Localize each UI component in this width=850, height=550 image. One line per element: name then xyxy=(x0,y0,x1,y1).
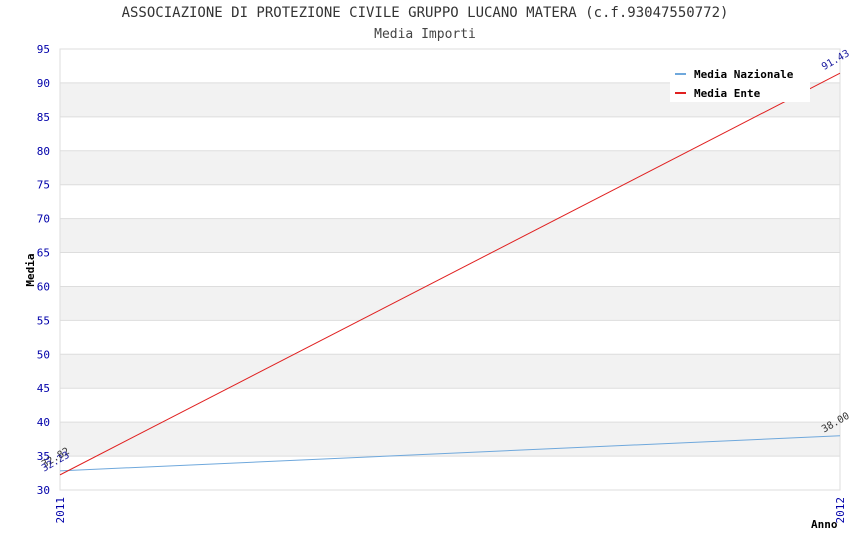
y-tick-label: 85 xyxy=(37,111,50,124)
y-tick-label: 55 xyxy=(37,314,50,327)
line-chart: 3035404550556065707580859095 2011 2012 32… xyxy=(24,43,850,531)
grid-band xyxy=(60,150,840,185)
series-line xyxy=(59,72,841,476)
legend: Media Nazionale Media Ente xyxy=(670,61,810,102)
grid-band xyxy=(60,286,840,321)
y-tick-label: 45 xyxy=(37,382,50,395)
legend-label: Media Nazionale xyxy=(694,68,794,81)
grid-band xyxy=(60,218,840,253)
x-axis-title: Anno xyxy=(811,518,838,531)
y-axis-title: Media xyxy=(24,253,37,286)
x-axis-ticks: 2011 2012 xyxy=(54,497,847,524)
grid-band xyxy=(60,354,840,389)
y-tick-label: 95 xyxy=(37,43,50,56)
y-tick-label: 40 xyxy=(37,416,50,429)
grid-bands xyxy=(60,82,840,457)
y-tick-label: 80 xyxy=(37,145,50,158)
y-tick-label: 50 xyxy=(37,348,50,361)
y-tick-label: 70 xyxy=(37,213,50,226)
y-axis-ticks: 3035404550556065707580859095 xyxy=(37,43,50,497)
y-tick-label: 30 xyxy=(37,484,50,497)
y-tick-label: 60 xyxy=(37,280,50,293)
x-tick-label: 2011 xyxy=(54,497,67,524)
series-lines xyxy=(59,72,841,476)
y-tick-label: 90 xyxy=(37,77,50,90)
legend-label: Media Ente xyxy=(694,87,761,100)
y-tick-label: 75 xyxy=(37,179,50,192)
data-label: 91.43 xyxy=(820,48,850,73)
grid-band xyxy=(60,422,840,457)
y-tick-label: 65 xyxy=(37,247,50,260)
